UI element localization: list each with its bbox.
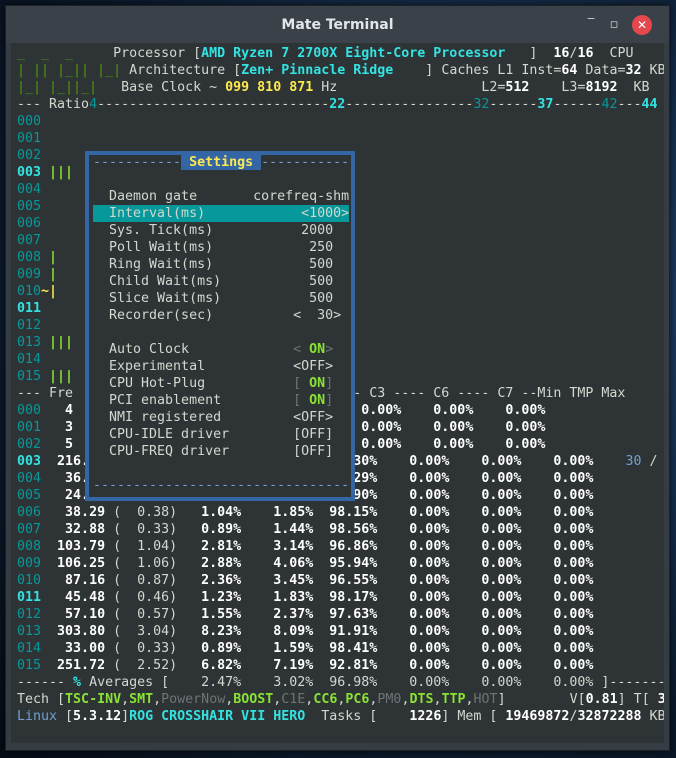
core-row: 001 [17,131,42,146]
freq-row: 007 32.88 ( 0.33) 0.89% 1.44% 98.56% 0.0… [17,522,594,537]
setting-cpu-idle-driver[interactable]: CPU-IDLE driver [OFF] [93,426,349,443]
processor-line: _ _ _ Processor [AMD Ryzen 7 2700X Eight… [17,46,634,61]
base-clock-line: |_| |_||_| Base Clock ~ 099 810 871 Hz L… [17,80,650,95]
maximize-button[interactable]: ▫ [605,16,623,34]
setting-daemon-gate[interactable]: Daemon gate corefreq-shm [93,188,349,205]
setting-cpu-freq-driver[interactable]: CPU-FREQ driver [OFF] [93,443,349,460]
setting-poll-wait[interactable]: Poll Wait(ms) 250 [93,239,349,256]
settings-content: ----------- Settings ----------- Daemon … [93,154,350,494]
setting-cpu-hot-plug[interactable]: CPU Hot-Plug [ ON] [93,375,349,392]
setting-slice-wait[interactable]: Slice Wait(ms) 500 [93,290,349,307]
window-title: Mate Terminal [281,16,394,33]
tech-line: Tech [TSC-INV,SMT,PowerNow,BOOST,C1E,CC6… [17,692,664,707]
setting-recorder[interactable]: Recorder(sec) < 30> [93,307,349,324]
freq-row: 008 103.79 ( 1.04) 2.81% 3.14% 96.86% 0.… [17,539,594,554]
terminal-area[interactable]: _ _ _ Processor [AMD Ryzen 7 2700X Eight… [11,43,664,743]
core-row: 000 [17,114,42,129]
freq-row: 010 87.16 ( 0.87) 2.36% 3.45% 96.55% 0.0… [17,573,594,588]
freq-row: 009 106.25 ( 1.06) 2.88% 4.06% 95.94% 0.… [17,556,594,571]
freq-row: 011 45.48 ( 0.46) 1.23% 1.83% 98.17% 0.0… [17,590,594,605]
freq-row: 006 38.29 ( 0.38) 1.04% 1.85% 98.15% 0.0… [17,505,594,520]
settings-dialog: ----------- Settings ----------- Daemon … [85,151,355,501]
minimize-button[interactable]: ‾ [582,16,600,34]
freq-row: 014 33.00 ( 0.33) 0.89% 1.59% 98.41% 0.0… [17,641,594,656]
setting-pci-enablement[interactable]: PCI enablement [ ON] [93,392,349,409]
averages-line: ------ % Averages [ 2.47% 3.02% 96.98% 0… [17,675,664,690]
terminal-window: Mate Terminal ‾ ▫ ✕ _ _ _ Processor [AMD… [5,5,670,751]
close-button[interactable]: ✕ [632,15,652,35]
setting-interval[interactable]: Interval(ms) <1000> [93,205,350,222]
setting-auto-clock[interactable]: Auto Clock < ON> [93,341,349,358]
architecture-line: | || |_|| |_| Architecture [Zen+ Pinnacl… [17,63,664,78]
settings-title-bar: ----------- Settings ----------- [93,155,350,170]
setting-nmi-registered[interactable]: NMI registered <OFF> [93,409,349,426]
title-bar[interactable]: Mate Terminal ‾ ▫ ✕ [6,6,669,43]
freq-row: 015 251.72 ( 2.52) 6.82% 7.19% 92.81% 0.… [17,658,594,673]
setting-ring-wait[interactable]: Ring Wait(ms) 500 [93,256,349,273]
setting-experimental[interactable]: Experimental <OFF> [93,358,349,375]
setting-child-wait[interactable]: Child Wait(ms) 500 [93,273,349,290]
ratio-line: --- Ratio4-----------------------------2… [17,97,658,112]
settings-bottom-border: -------------------------------- [93,478,350,493]
freq-row: 012 57.10 ( 0.57) 1.55% 2.37% 97.63% 0.0… [17,607,594,622]
freq-row: 013 303.80 ( 3.04) 8.23% 8.09% 91.91% 0.… [17,624,594,639]
setting-sys-tick[interactable]: Sys. Tick(ms) 2000 [93,222,349,239]
system-line: Linux [5.3.12]ROG CROSSHAIR VII HERO Tas… [17,709,664,724]
